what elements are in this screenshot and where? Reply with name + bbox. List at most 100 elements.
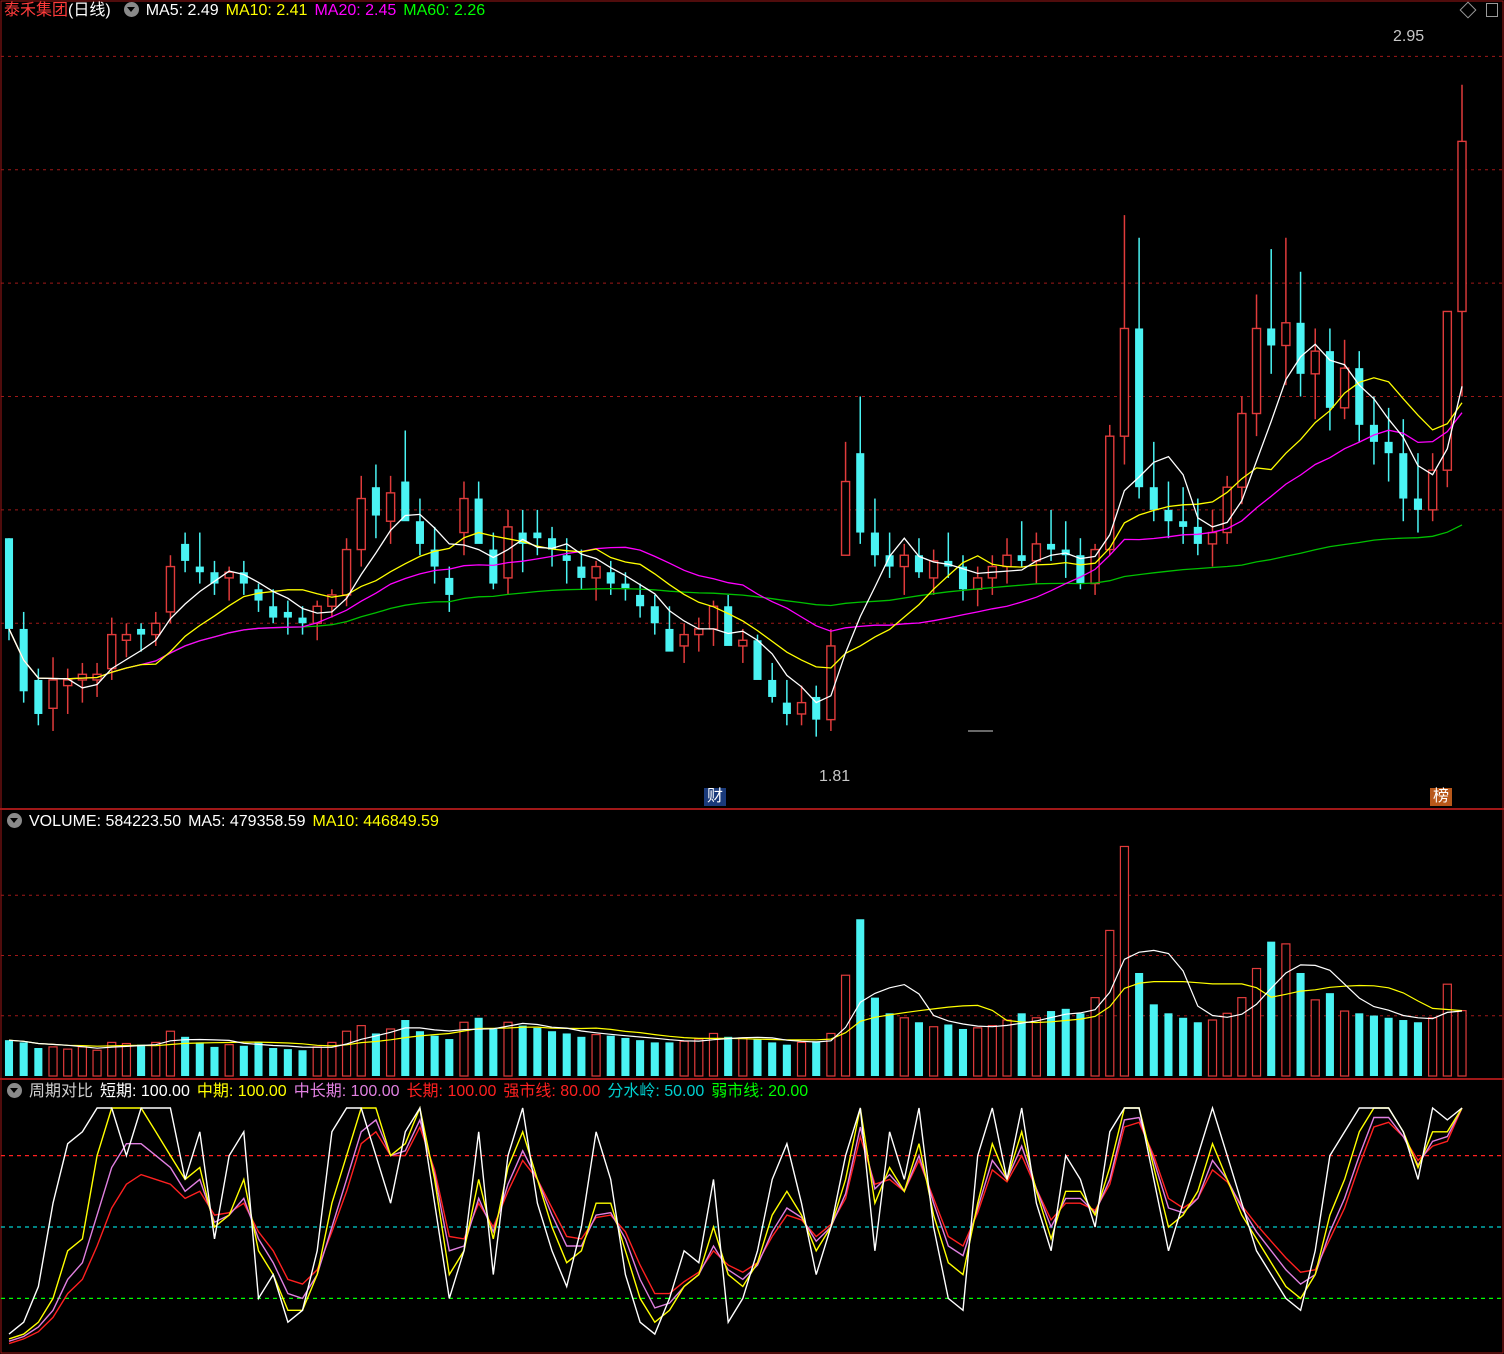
volume-bar xyxy=(1076,1013,1085,1076)
volume-bar xyxy=(944,1024,953,1076)
candle-body xyxy=(840,480,851,556)
dropdown-icon[interactable] xyxy=(123,2,139,17)
volume-bar xyxy=(1296,972,1305,1076)
candle-body xyxy=(636,594,645,607)
chart-border xyxy=(0,0,1504,1354)
volume-bar xyxy=(283,1049,292,1076)
candle-body xyxy=(591,565,601,579)
volume-bar xyxy=(1267,941,1276,1076)
stock-chart-canvas[interactable] xyxy=(0,0,1504,1354)
volume-bar xyxy=(518,1025,527,1076)
candle-body xyxy=(371,487,380,516)
candle-body xyxy=(1047,543,1056,550)
volume-bar xyxy=(973,1027,983,1077)
volume-bar xyxy=(665,1042,674,1076)
volume-panel-header: VOLUME: 584223.50 MA5: 479358.59 MA10: 446… xyxy=(0,811,446,833)
dropdown-icon[interactable] xyxy=(7,813,22,828)
price-panel-header: 泰禾集团(日线) MA5: 2.49 MA10: 2.41 MA20: 2.45 MA6… xyxy=(0,0,492,22)
volume-bar xyxy=(812,1041,821,1076)
candle-body xyxy=(1017,555,1026,561)
dropdown-icon[interactable] xyxy=(7,1083,22,1098)
window-icon[interactable] xyxy=(1486,3,1498,17)
volume-bar xyxy=(298,1050,307,1076)
volume-bar xyxy=(796,1041,807,1077)
volume-bar xyxy=(269,1048,278,1076)
volume-bar xyxy=(503,1021,513,1077)
candle-body xyxy=(1164,509,1173,522)
ma60-line xyxy=(8,524,1463,680)
volume-bar xyxy=(1149,1004,1158,1076)
volume-bar xyxy=(606,1035,615,1076)
candle-body xyxy=(356,497,366,551)
volume-ma10-readout: MA10: 446849.59 xyxy=(312,813,439,830)
candle-body xyxy=(107,633,117,670)
volume-bar xyxy=(724,1036,733,1076)
candle-body xyxy=(1031,543,1042,562)
volume-bar xyxy=(1237,997,1247,1077)
candle-body xyxy=(1135,328,1144,488)
candle-body xyxy=(1427,469,1438,511)
volume-bar xyxy=(782,1044,791,1076)
candle-body xyxy=(1251,327,1262,415)
volume-bar xyxy=(19,1042,28,1076)
volume-bar xyxy=(548,1031,557,1076)
volume-bar xyxy=(1281,943,1291,1077)
volume-bar xyxy=(445,1039,454,1076)
volume-bar xyxy=(1457,1010,1467,1077)
candle-body xyxy=(533,532,542,539)
volume-bar xyxy=(1179,1017,1188,1076)
volume-bar xyxy=(650,1042,659,1076)
candle-body xyxy=(4,538,14,629)
volume-bar xyxy=(356,1025,366,1077)
midlong-readout: 中长期: 100.00 xyxy=(293,1083,400,1100)
ma60-readout: MA60: 2.26 xyxy=(403,2,486,19)
volume-bar xyxy=(694,1038,704,1077)
candle-body xyxy=(826,645,836,721)
volume-bar xyxy=(1002,1019,1012,1077)
period-label[interactable]: (日线) xyxy=(68,2,111,19)
low-price-label: 1.81 xyxy=(819,768,851,785)
stock-name[interactable]: 泰禾集团 xyxy=(4,2,68,19)
candle-body xyxy=(1457,140,1467,313)
volume-bar xyxy=(1339,1010,1350,1077)
candle-body xyxy=(782,702,791,714)
short-readout: 短期: 100.00 xyxy=(100,1083,190,1100)
short-line xyxy=(8,1105,1463,1336)
long-readout: 长期: 100.00 xyxy=(406,1083,497,1100)
volume-bar xyxy=(738,1037,748,1077)
indicator-name[interactable]: 周期对比 xyxy=(29,1083,93,1100)
volume-bar xyxy=(870,997,879,1076)
volume-bar xyxy=(1369,1015,1378,1076)
volume-bar xyxy=(753,1039,762,1076)
volume-bar xyxy=(1031,1017,1042,1077)
candle-body xyxy=(283,611,292,618)
candle-body xyxy=(1179,521,1188,527)
volume-bar xyxy=(1355,1013,1364,1076)
volume-bar xyxy=(1251,967,1262,1077)
candle-body xyxy=(1355,368,1364,425)
candle-body xyxy=(1076,555,1085,584)
volume-bar xyxy=(151,1041,161,1077)
volume-bar xyxy=(1413,1022,1423,1076)
volume-bar xyxy=(77,1046,88,1077)
candle-body xyxy=(679,633,689,647)
candle-body xyxy=(489,549,498,584)
rank-event-tag[interactable]: 榜 xyxy=(1430,788,1453,806)
candle-body xyxy=(650,606,659,624)
volume-bar xyxy=(1428,1017,1438,1077)
volume-bar xyxy=(1310,999,1320,1077)
candle-body xyxy=(137,628,146,635)
finance-event-tag[interactable]: 财 xyxy=(704,788,727,806)
candle-body xyxy=(870,532,879,556)
candle-body xyxy=(121,633,132,641)
volume-bar xyxy=(224,1044,234,1077)
volume-bar xyxy=(181,1036,190,1076)
ma5-readout: MA5: 2.49 xyxy=(145,2,219,19)
candle-body xyxy=(341,548,352,596)
candle-body xyxy=(48,679,58,710)
candle-body xyxy=(1119,327,1130,437)
candle-body xyxy=(753,640,762,680)
volume-bar xyxy=(1222,1012,1232,1077)
volume-bar xyxy=(1207,1019,1218,1077)
candle-body xyxy=(665,628,674,652)
